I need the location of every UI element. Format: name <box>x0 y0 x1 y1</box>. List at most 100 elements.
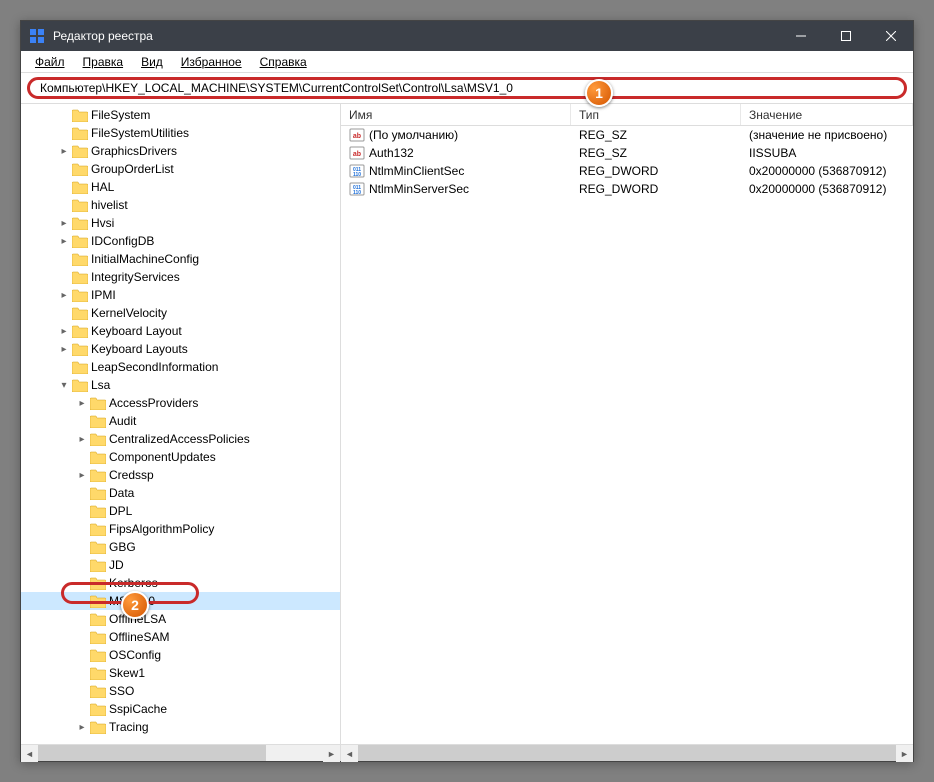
tree-item[interactable]: KernelVelocity <box>21 304 340 322</box>
tree-item-label: OfflineSAM <box>109 630 169 644</box>
folder-icon <box>90 469 106 482</box>
tree-item[interactable]: Audit <box>21 412 340 430</box>
expander-icon[interactable]: ▸ <box>57 146 71 157</box>
folder-icon <box>72 343 88 356</box>
expander-icon[interactable]: ▸ <box>57 290 71 301</box>
expander-icon[interactable]: ▸ <box>75 434 89 445</box>
tree-item[interactable]: Data <box>21 484 340 502</box>
tree-item[interactable]: FileSystemUtilities <box>21 124 340 142</box>
tree-item-label: ComponentUpdates <box>109 450 216 464</box>
tree-item[interactable]: IntegrityServices <box>21 268 340 286</box>
tree-item-label: Audit <box>109 414 136 428</box>
tree-item-label: Hvsi <box>91 216 114 230</box>
tree-item[interactable]: SspiCache <box>21 700 340 718</box>
tree-item[interactable]: OfflineLSA <box>21 610 340 628</box>
tree-item-label: Keyboard Layouts <box>91 342 188 356</box>
list-row[interactable]: ab(По умолчанию)REG_SZ(значение не присв… <box>341 126 913 144</box>
tree-item[interactable]: Kerberos <box>21 574 340 592</box>
tree-item-label: OSConfig <box>109 648 161 662</box>
list-scrollbar-h[interactable]: ◄ ► <box>341 744 913 761</box>
tree-item[interactable]: ▸CentralizedAccessPolicies <box>21 430 340 448</box>
list-pane[interactable]: Имя Тип Значение ab(По умолчанию)REG_SZ(… <box>341 104 913 744</box>
scroll-right-icon[interactable]: ► <box>896 745 913 762</box>
tree-item[interactable]: GroupOrderList <box>21 160 340 178</box>
expander-icon[interactable]: ▸ <box>75 470 89 481</box>
svg-text:110: 110 <box>353 172 361 178</box>
tree-item-label: IDConfigDB <box>91 234 154 248</box>
tree-item[interactable]: FipsAlgorithmPolicy <box>21 520 340 538</box>
menu-view[interactable]: Вид <box>133 53 171 71</box>
tree-item[interactable]: hivelist <box>21 196 340 214</box>
tree-item[interactable]: ▸AccessProviders <box>21 394 340 412</box>
tree-item[interactable]: ▸ IDConfigDB <box>21 232 340 250</box>
tree-item[interactable]: ▸ Keyboard Layouts <box>21 340 340 358</box>
tree-item[interactable]: ▸GraphicsDrivers <box>21 142 340 160</box>
list-row[interactable]: abAuth132REG_SZIISSUBA <box>341 144 913 162</box>
expander-icon[interactable]: ▸ <box>75 398 89 409</box>
scroll-left-icon[interactable]: ◄ <box>341 745 358 762</box>
folder-icon <box>90 415 106 428</box>
tree-item[interactable]: Skew1 <box>21 664 340 682</box>
folder-icon <box>72 325 88 338</box>
tree-item[interactable]: OfflineSAM <box>21 628 340 646</box>
annotation-badge-2: 2 <box>121 591 149 619</box>
tree-item[interactable]: ▸Tracing <box>21 718 340 736</box>
value-data: 0x20000000 (536870912) <box>741 164 913 178</box>
tree-scrollbar-h[interactable]: ◄ ► <box>21 744 341 761</box>
tree-item[interactable]: MSV1_0 <box>21 592 340 610</box>
folder-icon <box>90 667 106 680</box>
close-button[interactable] <box>868 21 913 51</box>
tree-item[interactable]: ▾Lsa <box>21 376 340 394</box>
value-name: NtlmMinServerSec <box>369 182 469 196</box>
scroll-left-icon[interactable]: ◄ <box>21 745 38 762</box>
tree-item[interactable]: GBG <box>21 538 340 556</box>
tree-item-label: LeapSecondInformation <box>91 360 218 374</box>
tree-item[interactable]: JD <box>21 556 340 574</box>
tree-item[interactable]: FileSystem <box>21 106 340 124</box>
maximize-button[interactable] <box>823 21 868 51</box>
column-header-value[interactable]: Значение <box>741 104 913 125</box>
tree-item-label: hivelist <box>91 198 128 212</box>
menu-favorites[interactable]: Избранное <box>173 53 250 71</box>
folder-icon <box>90 595 106 608</box>
svg-text:ab: ab <box>353 133 361 140</box>
column-header-name[interactable]: Имя <box>341 104 571 125</box>
address-input[interactable] <box>27 77 907 99</box>
menu-help[interactable]: Справка <box>252 53 315 71</box>
menu-edit[interactable]: Правка <box>75 53 132 71</box>
expander-icon[interactable]: ▾ <box>57 380 71 391</box>
tree-item[interactable]: HAL <box>21 178 340 196</box>
expander-icon[interactable]: ▸ <box>57 326 71 337</box>
tree-item[interactable]: ▸Keyboard Layout <box>21 322 340 340</box>
minimize-button[interactable] <box>778 21 823 51</box>
tree-item[interactable]: LeapSecondInformation <box>21 358 340 376</box>
tree-item[interactable]: InitialMachineConfig <box>21 250 340 268</box>
menu-file[interactable]: Файл <box>27 53 73 71</box>
expander-icon[interactable]: ▸ <box>57 236 71 247</box>
expander-icon[interactable]: ▸ <box>75 722 89 733</box>
tree-pane[interactable]: FileSystemFileSystemUtilities▸GraphicsDr… <box>21 104 341 744</box>
tree-item-label: KernelVelocity <box>91 306 167 320</box>
list-row[interactable]: 011110NtlmMinServerSecREG_DWORD0x2000000… <box>341 180 913 198</box>
expander-icon[interactable]: ▸ <box>57 218 71 229</box>
scroll-right-icon[interactable]: ► <box>323 745 340 762</box>
folder-icon <box>72 181 88 194</box>
list-row[interactable]: 011110NtlmMinClientSecREG_DWORD0x2000000… <box>341 162 913 180</box>
column-header-type[interactable]: Тип <box>571 104 741 125</box>
tree-item[interactable]: OSConfig <box>21 646 340 664</box>
expander-icon[interactable]: ▸ <box>57 344 71 355</box>
folder-icon <box>72 361 88 374</box>
tree-item[interactable]: SSO <box>21 682 340 700</box>
menubar: Файл Правка Вид Избранное Справка <box>21 51 913 73</box>
tree-item[interactable]: ▸IPMI <box>21 286 340 304</box>
folder-icon <box>72 271 88 284</box>
tree-item[interactable]: DPL <box>21 502 340 520</box>
tree-item-label: JD <box>109 558 124 572</box>
folder-icon <box>90 703 106 716</box>
folder-icon <box>90 523 106 536</box>
tree-item[interactable]: ▸ Hvsi <box>21 214 340 232</box>
tree-item[interactable]: ▸Credssp <box>21 466 340 484</box>
folder-icon <box>72 109 88 122</box>
list-header: Имя Тип Значение <box>341 104 913 126</box>
tree-item[interactable]: ComponentUpdates <box>21 448 340 466</box>
